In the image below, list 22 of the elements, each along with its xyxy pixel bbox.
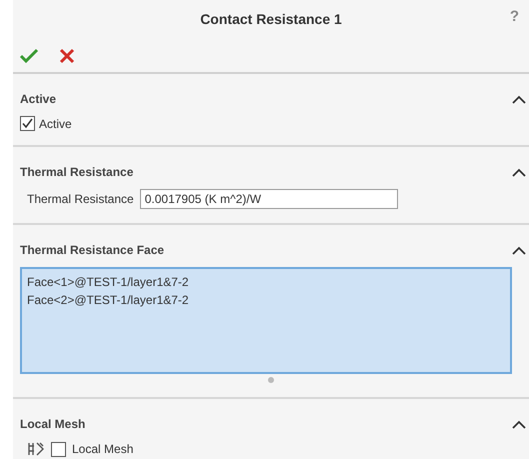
checkbox-label: Active xyxy=(39,116,72,130)
input-field[interactable]: 0.0017905 (K m^2)/W xyxy=(140,189,398,209)
resize-handle[interactable] xyxy=(268,377,274,383)
checkbox-label: Local Mesh xyxy=(72,442,134,456)
section-title: Local Mesh xyxy=(20,417,86,431)
list-item[interactable]: Face<2>@TEST-1/layer1&7-2 xyxy=(27,291,505,309)
panel-title: Contact Resistance 1 xyxy=(200,11,342,27)
section-title: Thermal Resistance xyxy=(20,165,134,179)
field-label: Thermal Resistance xyxy=(27,192,134,206)
checkbox[interactable] xyxy=(51,442,66,456)
mesh-icon xyxy=(27,441,45,457)
collapse-icon[interactable] xyxy=(512,168,526,176)
collapse-icon[interactable] xyxy=(512,246,526,254)
checkbox[interactable] xyxy=(20,116,35,131)
close-icon[interactable] xyxy=(59,48,75,64)
list-item[interactable]: Face<1>@TEST-1/layer1&7-2 xyxy=(27,273,505,291)
selection-list[interactable]: Face<1>@TEST-1/layer1&7-2 Face<2>@TEST-1/layer1&7-2 xyxy=(20,267,512,374)
section-title: Thermal Resistance Face xyxy=(20,243,164,257)
collapse-icon[interactable] xyxy=(512,94,526,104)
section-title: Active xyxy=(20,92,56,106)
collapse-icon[interactable] xyxy=(512,420,526,428)
ok-icon[interactable] xyxy=(19,48,39,64)
